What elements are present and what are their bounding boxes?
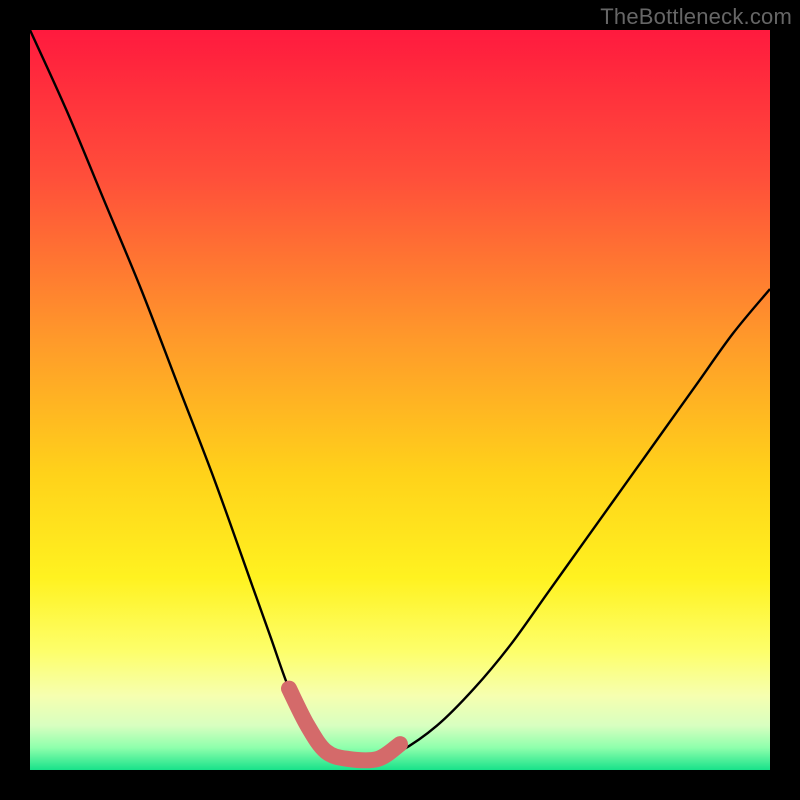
watermark-text: TheBottleneck.com (600, 4, 792, 30)
chart-frame: TheBottleneck.com (0, 0, 800, 800)
plot-area (30, 30, 770, 770)
gradient-background (30, 30, 770, 770)
bottleneck-chart-svg (30, 30, 770, 770)
